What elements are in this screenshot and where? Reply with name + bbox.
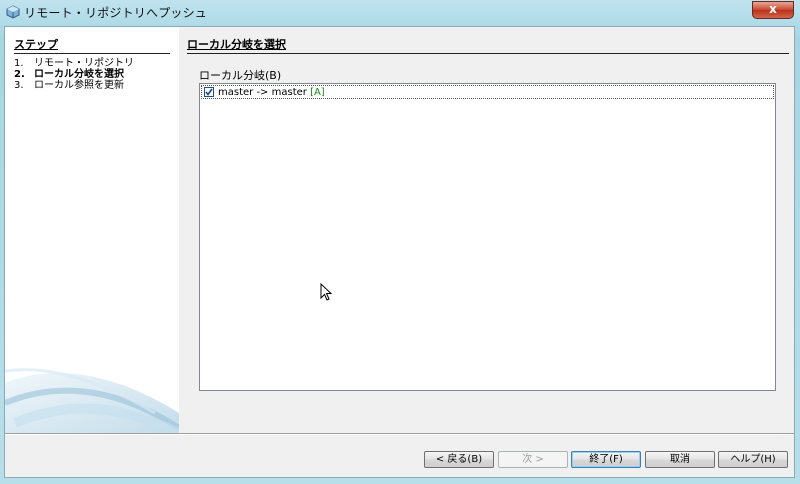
step-item: 3. ローカル参照を更新 [14,80,174,91]
decorative-swoosh-graphic [5,368,179,433]
checkmark-icon [205,88,213,96]
cancel-button[interactable]: 取消 [645,451,715,468]
branch-checkbox[interactable] [204,87,214,97]
step-title: ローカル分岐を選択 [187,36,789,54]
close-button[interactable]: x [752,1,794,19]
branch-text: master -> master [A] [218,86,325,99]
local-branch-list[interactable]: master -> master [A] [199,83,776,391]
steps-list: 1. リモート・リポジトリ 2. ローカル分岐を選択 3. ローカル参照を更新 [14,58,174,91]
steps-heading: ステップ [14,36,170,54]
title-bar[interactable]: リモート・リポジトリへプッシュ x [0,0,800,28]
wizard-client-area: ステップ 1. リモート・リポジトリ 2. ローカル分岐を選択 3. ローカル参照を更… [4,26,795,478]
step-number: 3. [14,80,24,91]
branch-mapping: master -> master [218,87,311,98]
step-label: ローカル参照を更新 [34,80,124,91]
local-branch-label: ローカル分岐(B) [199,69,282,82]
step-number: 1. [14,58,24,69]
step-content: ローカル分岐を選択 ローカル分岐(B) master -> master [A] [187,27,791,433]
step-item-current: 2. ローカル分岐を選択 [14,69,174,80]
step-item: 1. リモート・リポジトリ [14,58,174,69]
window-frame: リモート・リポジトリへプッシュ x ステップ 1. リモート・リポジトリ 2. ロー… [0,0,800,484]
steps-panel: ステップ 1. リモート・リポジトリ 2. ローカル分岐を選択 3. ローカル参照を更… [5,27,179,433]
step-label: ローカル分岐を選択 [34,69,124,80]
branch-status-tag: [A] [310,87,325,98]
step-number: 2. [14,69,25,80]
next-button[interactable]: 次 > [498,451,568,468]
list-item[interactable]: master -> master [A] [201,85,774,99]
finish-button[interactable]: 終了(F) [571,451,641,468]
step-label: リモート・リポジトリ [34,58,134,69]
app-cube-icon [6,5,20,19]
back-button[interactable]: < 戻る(B) [424,451,494,468]
help-button[interactable]: ヘルプ(H) [718,451,788,468]
mouse-pointer-icon [320,283,333,301]
footer-separator [5,433,794,435]
window-title: リモート・リポジトリへプッシュ [24,6,208,20]
